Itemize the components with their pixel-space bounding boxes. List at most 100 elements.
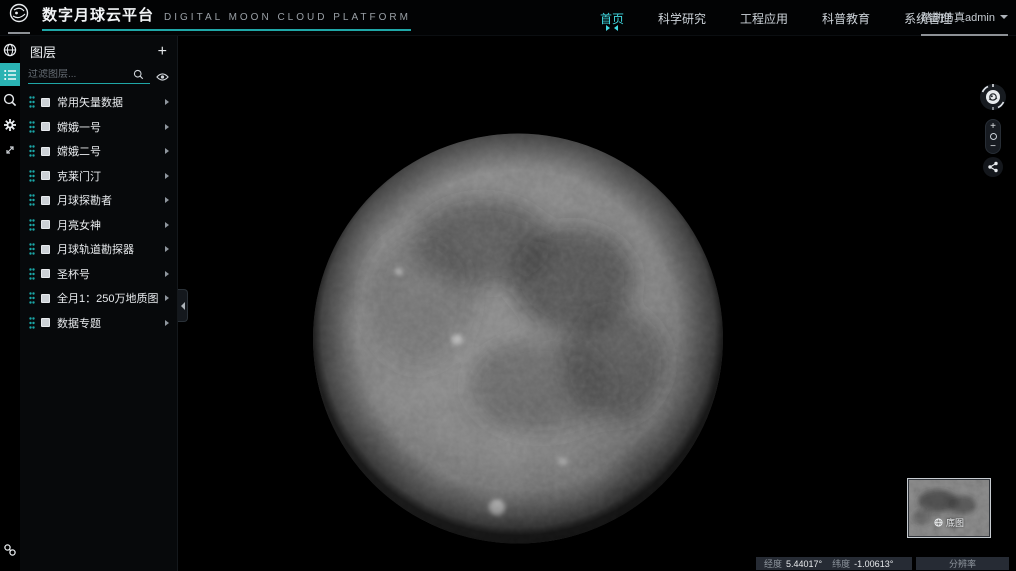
add-layer-button[interactable]: +	[158, 45, 167, 59]
moon-globe[interactable]	[311, 129, 725, 548]
layer-checkbox[interactable]	[41, 196, 50, 205]
layer-panel: 图层 + 常用矢量数据 嫦娥一号	[20, 36, 178, 571]
search-tool-icon[interactable]	[0, 88, 20, 111]
link-icon[interactable]	[0, 538, 20, 561]
app-logo	[8, 2, 30, 34]
zoom-in-button[interactable]: +	[990, 122, 996, 131]
layer-row-clementine[interactable]: 克莱门汀	[20, 164, 177, 189]
layer-label: 月球轨道勘探器	[57, 241, 165, 257]
share-button[interactable]	[983, 157, 1003, 177]
resolution-readout: 分辨率	[916, 557, 1009, 570]
chevron-right-icon[interactable]	[165, 222, 169, 228]
drag-handle-icon[interactable]	[29, 243, 35, 255]
layer-list-icon[interactable]	[0, 63, 20, 86]
magnifier-icon[interactable]	[133, 69, 144, 80]
layer-row-geologic-map[interactable]: 全月1：250万地质图	[20, 286, 177, 311]
drag-handle-icon[interactable]	[29, 292, 35, 304]
expand-icon[interactable]	[0, 138, 20, 161]
layer-label: 月球探勘者	[57, 192, 165, 208]
chevron-right-icon[interactable]	[165, 124, 169, 130]
layer-label: 常用矢量数据	[57, 94, 165, 110]
chevron-right-icon[interactable]	[165, 148, 169, 154]
layer-row-common-vector[interactable]: 常用矢量数据	[20, 90, 177, 115]
chevron-down-icon	[1000, 15, 1008, 19]
user-name: 踏勘仿真admin	[921, 9, 995, 25]
zoom-out-button[interactable]: −	[990, 142, 996, 151]
layer-panel-title: 图层	[30, 42, 56, 61]
zoom-controls: + −	[985, 119, 1001, 154]
nav-item-home[interactable]: 首页	[600, 10, 624, 27]
drag-handle-icon[interactable]	[29, 268, 35, 280]
top-bar: 数字月球云平台 DIGITAL MOON CLOUD PLATFORM 首页 科…	[0, 0, 1016, 36]
latitude-value: -1.00613°	[854, 559, 893, 569]
drag-handle-icon[interactable]	[29, 317, 35, 329]
nav-item-education[interactable]: 科普教育	[822, 10, 870, 27]
longitude-value: 5.44017°	[786, 559, 822, 569]
latitude-label: 纬度	[832, 557, 850, 570]
globe-icon[interactable]	[0, 38, 20, 61]
layer-label: 月亮女神	[57, 217, 165, 233]
layer-checkbox[interactable]	[41, 318, 50, 327]
page-title: 数字月球云平台	[42, 4, 154, 25]
chevron-right-icon[interactable]	[165, 173, 169, 179]
nav-item-science[interactable]: 科学研究	[658, 10, 706, 27]
share-icon	[987, 161, 999, 173]
user-menu[interactable]: 踏勘仿真admin	[921, 0, 1008, 36]
layer-row-grail[interactable]: 圣杯号	[20, 262, 177, 287]
layer-label: 数据专题	[57, 315, 165, 331]
layer-filter-input[interactable]	[28, 69, 133, 80]
digital-moon-cloud-platform: 数字月球云平台 DIGITAL MOON CLOUD PLATFORM 首页 科…	[0, 0, 1016, 571]
gear-icon[interactable]	[0, 113, 20, 136]
tool-rail	[0, 36, 20, 571]
layer-checkbox[interactable]	[41, 269, 50, 278]
brand: 数字月球云平台 DIGITAL MOON CLOUD PLATFORM	[42, 4, 411, 31]
chevron-right-icon[interactable]	[165, 197, 169, 203]
moon-logo-icon	[8, 2, 30, 24]
layer-row-lunar-prospector[interactable]: 月球探勘者	[20, 188, 177, 213]
layer-row-selene[interactable]: 月亮女神	[20, 213, 177, 238]
layer-checkbox[interactable]	[41, 245, 50, 254]
basemap-globe-icon	[934, 518, 943, 527]
panel-collapse-button[interactable]	[178, 289, 188, 322]
layer-checkbox[interactable]	[41, 98, 50, 107]
drag-handle-icon[interactable]	[29, 170, 35, 182]
page-subtitle: DIGITAL MOON CLOUD PLATFORM	[164, 12, 411, 23]
basemap-label: 底图	[946, 516, 964, 529]
layer-label: 圣杯号	[57, 266, 165, 282]
eye-icon[interactable]	[156, 72, 169, 82]
chevron-right-icon[interactable]	[165, 99, 169, 105]
basemap-button[interactable]: 底图	[908, 516, 990, 529]
layer-checkbox[interactable]	[41, 171, 50, 180]
layer-label: 克莱门汀	[57, 168, 165, 184]
layer-label: 嫦娥二号	[57, 143, 165, 159]
layer-row-lunar-orbiter[interactable]: 月球轨道勘探器	[20, 237, 177, 262]
drag-handle-icon[interactable]	[29, 96, 35, 108]
coordinate-readout: 经度 5.44017° 纬度 -1.00613°	[756, 557, 912, 570]
minimap[interactable]: 底图	[907, 478, 991, 538]
chevron-right-icon[interactable]	[165, 320, 169, 326]
nav-item-engineering[interactable]: 工程应用	[740, 10, 788, 27]
layer-checkbox[interactable]	[41, 220, 50, 229]
layer-tree: 常用矢量数据 嫦娥一号 嫦娥二号 克莱门汀	[20, 90, 177, 335]
compass-control[interactable]	[978, 82, 1008, 112]
layer-row-change2[interactable]: 嫦娥二号	[20, 139, 177, 164]
active-tab-indicator	[606, 25, 618, 31]
longitude-label: 经度	[764, 557, 782, 570]
drag-handle-icon[interactable]	[29, 121, 35, 133]
drag-handle-icon[interactable]	[29, 194, 35, 206]
chevron-right-icon[interactable]	[165, 295, 169, 301]
main-nav: 首页 科学研究 工程应用 科普教育 系统管理	[600, 0, 952, 36]
layer-filter-box	[28, 69, 150, 84]
layer-checkbox[interactable]	[41, 294, 50, 303]
zoom-reset-button[interactable]	[990, 133, 997, 140]
chevron-right-icon[interactable]	[165, 246, 169, 252]
drag-handle-icon[interactable]	[29, 145, 35, 157]
layer-label: 全月1：250万地质图	[57, 290, 165, 306]
drag-handle-icon[interactable]	[29, 219, 35, 231]
layer-checkbox[interactable]	[41, 147, 50, 156]
resolution-label: 分辨率	[949, 557, 976, 570]
chevron-right-icon[interactable]	[165, 271, 169, 277]
layer-checkbox[interactable]	[41, 122, 50, 131]
layer-row-data-topics[interactable]: 数据专题	[20, 311, 177, 336]
layer-row-change1[interactable]: 嫦娥一号	[20, 115, 177, 140]
